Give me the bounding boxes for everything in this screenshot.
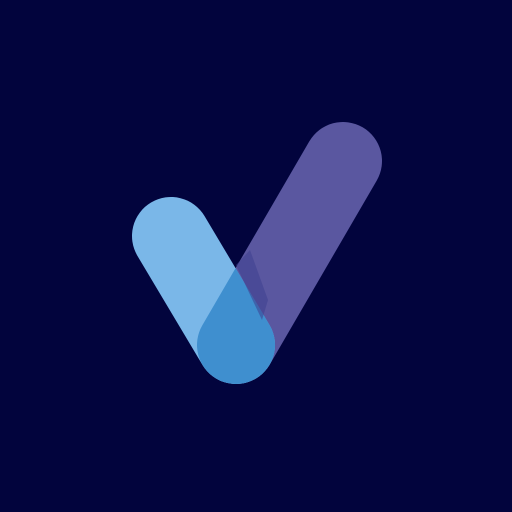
app-icon-canvas [0,0,512,512]
checkmark-logo-icon [132,122,382,384]
